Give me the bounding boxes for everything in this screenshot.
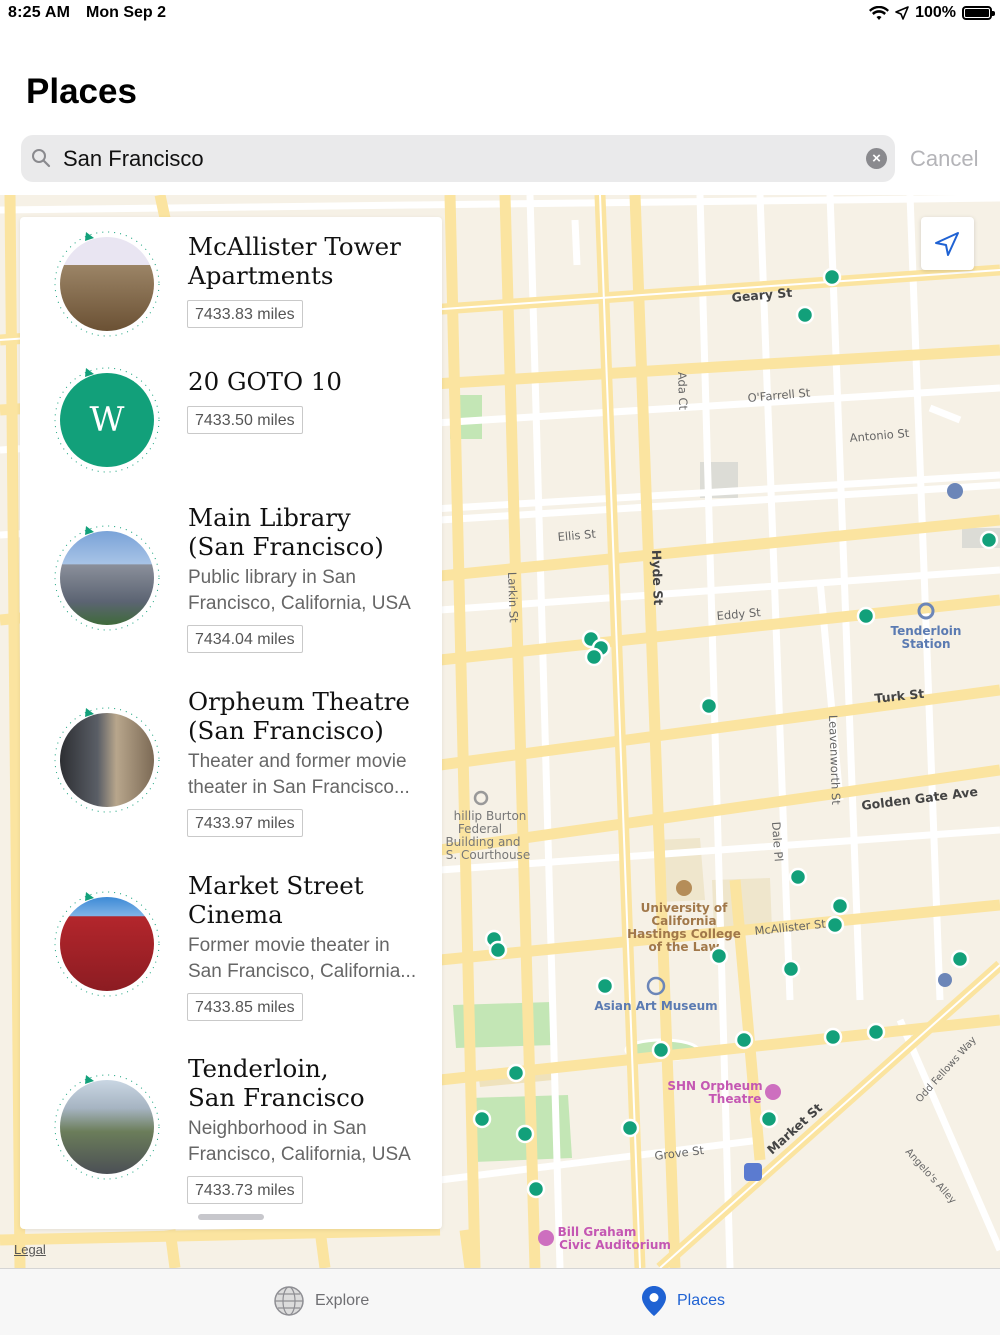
status-bar: 8:25 AM Mon Sep 2 100% [0,0,1000,28]
distance-badge: 7433.85 miles [187,993,303,1021]
place-title[interactable]: Tenderloin, San Francisco [188,1054,438,1112]
svg-text:University of: University of [641,901,729,915]
place-title[interactable]: Orpheum Theatre (San Francisco) [188,687,438,745]
svg-text:Ellis St: Ellis St [557,527,597,544]
place-title[interactable]: Market Street Cinema [188,871,438,929]
compass-ring [52,523,162,633]
legal-link[interactable]: Legal [14,1242,46,1257]
svg-text:S. Courthouse: S. Courthouse [446,848,530,862]
svg-text:Angelo's Alley: Angelo's Alley [903,1147,958,1207]
globe-icon [274,1286,304,1316]
compass-ring [52,705,162,815]
tab-bar: Explore Places [0,1268,1000,1335]
wikipedia-logo: W [60,373,154,467]
compass-ring [52,229,162,339]
street-photo [60,1080,154,1174]
tab-explore[interactable]: Explore [273,1285,369,1317]
svg-text:Ada Ct: Ada Ct [675,372,690,411]
distance-badge: 7434.04 miles [187,625,303,653]
tab-places-label: Places [677,1292,726,1309]
battery-icon [962,6,995,20]
compass-ring [52,1072,162,1182]
places-list-panel[interactable]: McAllister Tower Apartments 7433.83 mile… [20,217,442,1229]
page-title: Places [26,72,137,111]
svg-text:Dale Pl: Dale Pl [769,821,786,862]
svg-text:Eddy St: Eddy St [716,605,762,623]
place-title[interactable]: McAllister Tower Apartments [188,232,438,290]
svg-text:Theatre: Theatre [709,1092,762,1106]
svg-text:Tenderloin: Tenderloin [891,624,962,638]
compass-ring [52,889,162,999]
building-photo [60,237,154,331]
svg-text:hillip Burton: hillip Burton [454,809,527,823]
locate-me-button[interactable] [921,217,974,270]
tab-explore-label: Explore [315,1292,370,1309]
wifi-icon [869,5,890,20]
svg-text:Antonio St: Antonio St [849,426,910,445]
svg-text:Asian Art Museum: Asian Art Museum [594,999,717,1013]
battery-percent: 100% [915,4,956,21]
drag-handle[interactable] [198,1214,264,1220]
distance-badge: 7433.83 miles [187,300,303,328]
search-bar[interactable]: × [21,135,895,182]
status-date: Mon Sep 2 [86,4,167,21]
svg-text:Bill Graham: Bill Graham [558,1225,637,1239]
compass-ring: W [52,365,162,475]
distance-badge: 7433.97 miles [187,809,303,837]
library-photo [60,531,154,625]
svg-text:Civic Auditorium: Civic Auditorium [559,1238,671,1252]
clear-search-icon[interactable]: × [866,148,887,169]
place-title[interactable]: Main Library (San Francisco) [188,503,438,561]
svg-text:Station: Station [901,637,950,651]
search-input[interactable] [61,143,855,175]
place-description: Public library in San Francisco, Califor… [188,567,411,614]
location-arrow-icon [935,232,959,256]
svg-text:Hastings College: Hastings College [627,927,741,941]
search-icon [32,149,51,168]
svg-text:Building and: Building and [445,835,520,849]
cinema-photo [60,897,154,991]
distance-badge: 7433.73 miles [187,1176,303,1204]
place-description: Theater and former movie theater in San … [188,751,410,798]
svg-text:Hyde St: Hyde St [649,550,666,606]
cancel-button[interactable]: Cancel [910,146,978,172]
svg-text:of the Law: of the Law [648,940,719,954]
map-pin-icon [642,1286,666,1316]
place-description: Neighborhood in San Francisco, Californi… [188,1118,411,1165]
place-description: Former movie theater in San Francisco, C… [188,935,417,982]
svg-text:California: California [651,914,716,928]
tab-places[interactable]: Places [641,1285,725,1317]
svg-text:Federal: Federal [458,822,502,836]
svg-text:Grove St: Grove St [654,1143,706,1163]
svg-text:SHN Orpheum: SHN Orpheum [667,1079,762,1093]
svg-text:Larkin St: Larkin St [505,572,521,624]
distance-badge: 7433.50 miles [187,406,303,434]
theatre-photo [60,713,154,807]
status-right: 100% [869,4,995,22]
place-title[interactable]: 20 GOTO 10 [188,367,438,396]
status-time: 8:25 AM [8,4,71,21]
location-arrow-icon [895,6,909,20]
